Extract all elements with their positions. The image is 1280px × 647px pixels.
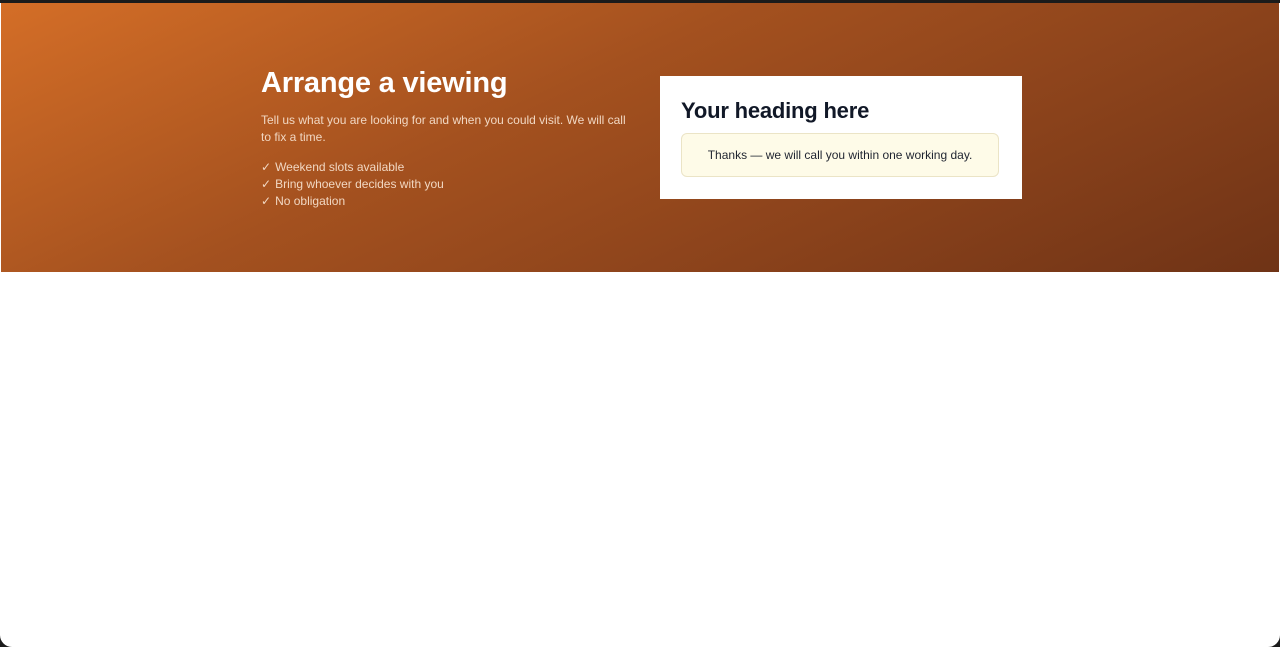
list-item: ✓ Weekend slots available <box>261 159 631 176</box>
check-icon: ✓ <box>261 194 272 208</box>
success-notice: Thanks — we will call you within one wor… <box>681 133 999 177</box>
check-icon: ✓ <box>261 177 272 191</box>
benefits-list: ✓ Weekend slots available ✓ Bring whoever … <box>261 159 631 210</box>
hero-intro: Arrange a viewing Tell us what you are l… <box>261 65 631 210</box>
hero-section: Arrange a viewing Tell us what you are l… <box>1 3 1279 272</box>
benefit-label: No obligation <box>275 194 346 208</box>
confirmation-card: Your heading here Thanks — we will call … <box>660 76 1022 199</box>
card-heading: Your heading here <box>681 98 870 123</box>
benefit-label: Bring whoever decides with you <box>275 177 444 191</box>
notice-text: Thanks — we will call you within one wor… <box>707 148 973 162</box>
list-item: ✓ No obligation <box>261 193 631 210</box>
list-item: ✓ Bring whoever decides with you <box>261 176 631 193</box>
hero-description: Tell us what you are looking for and whe… <box>261 113 626 144</box>
benefit-label: Weekend slots available <box>275 160 405 174</box>
page-frame: Arrange a viewing Tell us what you are l… <box>0 3 1280 647</box>
check-icon: ✓ <box>261 160 272 174</box>
page-title: Arrange a viewing <box>261 67 508 99</box>
